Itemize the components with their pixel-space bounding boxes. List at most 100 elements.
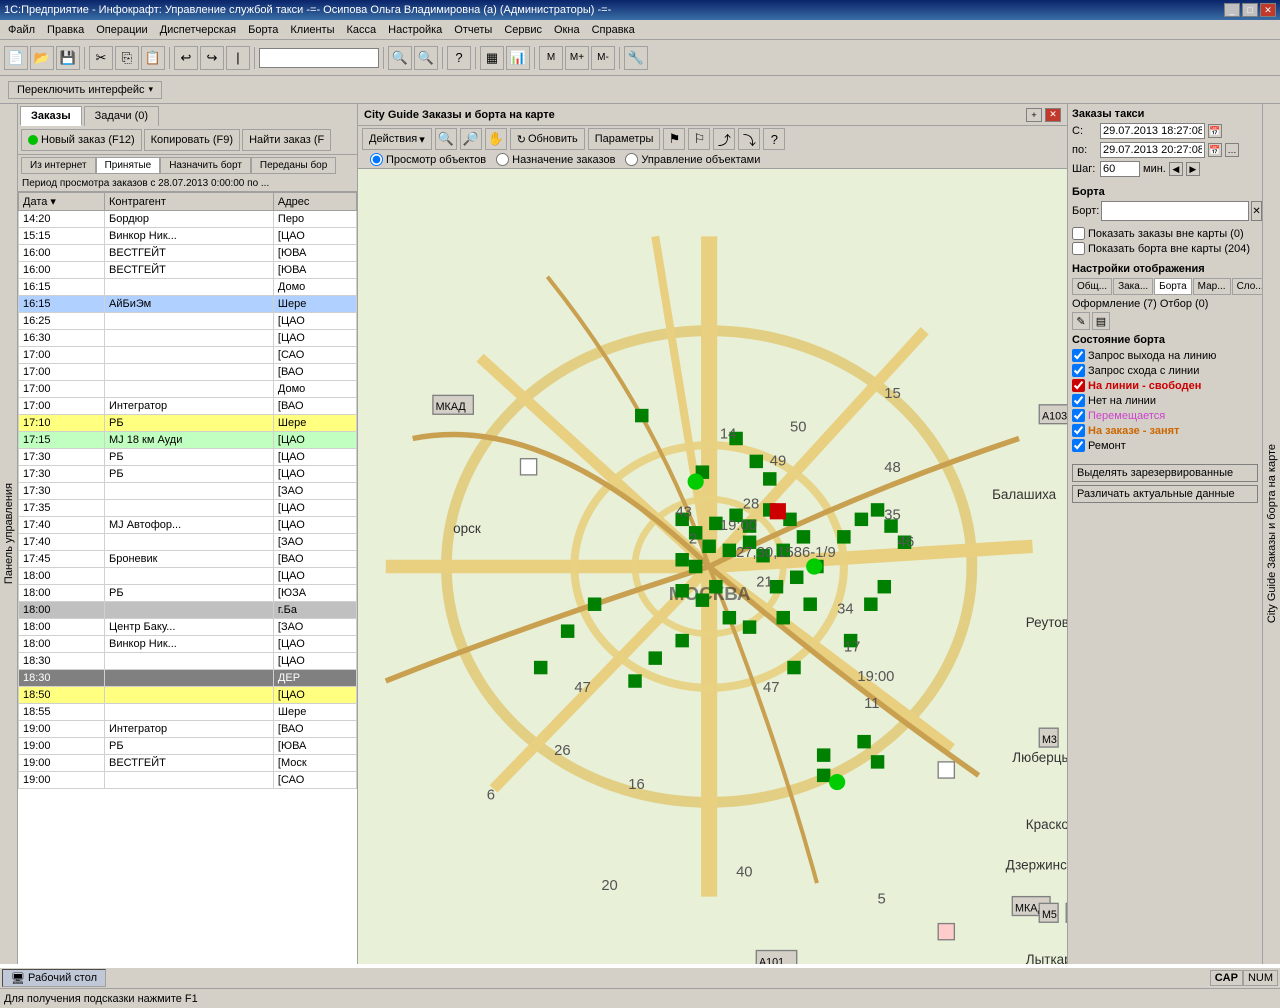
stab-layers[interactable]: Сло... xyxy=(1232,278,1262,295)
actions-button[interactable]: Действия ▾ xyxy=(362,128,432,150)
step-next-btn[interactable]: ▶ xyxy=(1186,162,1200,176)
menu-clients[interactable]: Клиенты xyxy=(284,22,340,38)
table-row[interactable]: 18:00 Центр Баку... [ЗАО xyxy=(19,619,357,636)
menu-settings[interactable]: Настройка xyxy=(382,22,448,38)
menu-dispatch[interactable]: Диспетчерская xyxy=(154,22,242,38)
table-row[interactable]: 18:00 Винкор Ник... [ЦАО xyxy=(19,636,357,653)
table-row[interactable]: 17:10 РБ Шере xyxy=(19,415,357,432)
edit-table-icon[interactable]: ▤ xyxy=(1092,312,1110,330)
toolbar-search2[interactable]: 🔍 xyxy=(414,46,438,70)
from-date-input[interactable] xyxy=(1100,123,1205,139)
toolbar-m[interactable]: M xyxy=(539,46,563,70)
filter-accepted[interactable]: Принятые xyxy=(96,157,161,174)
tab-tasks[interactable]: Задачи (0) xyxy=(84,106,159,126)
table-row[interactable]: 17:30 [ЗАО xyxy=(19,483,357,500)
table-row[interactable]: 16:30 [ЦАО xyxy=(19,330,357,347)
toolbar-mplus[interactable]: M+ xyxy=(565,46,589,70)
from-date-calendar-icon[interactable]: 📅 xyxy=(1208,124,1222,138)
maximize-button[interactable]: □ xyxy=(1242,3,1258,17)
toolbar-wrench[interactable]: 🔧 xyxy=(624,46,648,70)
toolbar-paste[interactable]: 📋 xyxy=(141,46,165,70)
find-order-button[interactable]: Найти заказ (F xyxy=(242,129,331,151)
stab-general[interactable]: Общ... xyxy=(1072,278,1112,295)
toolbar-undo[interactable]: ↩ xyxy=(174,46,198,70)
step-prev-btn[interactable]: ◀ xyxy=(1169,162,1183,176)
toolbar-redo[interactable]: ↪ xyxy=(200,46,224,70)
state-repair-checkbox[interactable] xyxy=(1072,439,1085,452)
table-row[interactable]: 18:00 РБ [ЮЗА xyxy=(19,585,357,602)
table-row[interactable]: 16:15 Домо xyxy=(19,279,357,296)
taskbar-desktop[interactable]: 🖥 Рабочий стол xyxy=(2,969,106,987)
table-row[interactable]: 17:00 Интегратор [ВАО xyxy=(19,398,357,415)
table-row[interactable]: 14:20 Бордюр Перо xyxy=(19,211,357,228)
map-zoom-in-icon[interactable]: 🔍 xyxy=(435,128,457,150)
params-button[interactable]: Параметры xyxy=(588,128,661,150)
toolbar-mminus[interactable]: M- xyxy=(591,46,615,70)
switch-interface-button[interactable]: Переключить интерфейс ▾ xyxy=(8,81,162,99)
toolbar-search[interactable]: 🔍 xyxy=(388,46,412,70)
menu-kassa[interactable]: Касса xyxy=(340,22,382,38)
state-request-on-checkbox[interactable] xyxy=(1072,349,1085,362)
minimize-button[interactable]: _ xyxy=(1224,3,1240,17)
map-flag2-icon[interactable]: ⚐ xyxy=(688,128,710,150)
table-row[interactable]: 17:30 РБ [ЦАО xyxy=(19,466,357,483)
bort-clear-button[interactable]: ✕ xyxy=(1251,201,1261,221)
table-row[interactable]: 17:40 [ЗАО xyxy=(19,534,357,551)
toolbar-save[interactable]: 💾 xyxy=(56,46,80,70)
show-outside-orders-checkbox[interactable] xyxy=(1072,227,1085,240)
toolbar-chart[interactable]: 📊 xyxy=(506,46,530,70)
map-close-button[interactable]: ✕ xyxy=(1045,108,1061,122)
menu-file[interactable]: Файл xyxy=(2,22,41,38)
table-row[interactable]: 18:55 Шере xyxy=(19,704,357,721)
table-row[interactable]: 15:15 Винкор Ник... [ЦАО xyxy=(19,228,357,245)
bort-input[interactable] xyxy=(1101,201,1249,221)
menu-borts[interactable]: Борта xyxy=(242,22,284,38)
state-online-free-checkbox[interactable] xyxy=(1072,379,1085,392)
map-help-icon[interactable]: ? xyxy=(763,128,785,150)
toolbar-search-input[interactable] xyxy=(259,48,379,68)
close-button[interactable]: ✕ xyxy=(1260,3,1276,17)
tab-orders[interactable]: Заказы xyxy=(20,106,82,126)
toolbar-copy[interactable]: ⎘ xyxy=(115,46,139,70)
stab-orders[interactable]: Зака... xyxy=(1113,278,1153,295)
menu-edit[interactable]: Правка xyxy=(41,22,90,38)
table-row[interactable]: 18:00 [ЦАО xyxy=(19,568,357,585)
orders-table-container[interactable]: Дата ▾ Контрагент Адрес 14:20 Бордюр Пер… xyxy=(18,192,357,964)
table-row[interactable]: 16:00 ВЕСТГЕЙТ [ЮВА xyxy=(19,245,357,262)
table-row[interactable]: 19:00 ВЕСТГЕЙТ [Моск xyxy=(19,755,357,772)
toolbar-cursor[interactable]: | xyxy=(226,46,250,70)
map-hand-icon[interactable]: ✋ xyxy=(485,128,507,150)
table-row[interactable]: 17:35 [ЦАО xyxy=(19,500,357,517)
toolbar-grid[interactable]: ▦ xyxy=(480,46,504,70)
table-row[interactable]: 17:15 MJ 18 км Ауди [ЦАО xyxy=(19,432,357,449)
table-row[interactable]: 16:15 АйБиЭм Шере xyxy=(19,296,357,313)
table-row[interactable]: 19:00 Интегратор [ВАО xyxy=(19,721,357,738)
table-row[interactable]: 17:40 MJ Автофор... [ЦАО xyxy=(19,517,357,534)
col-date[interactable]: Дата ▾ xyxy=(19,193,105,211)
step-input[interactable] xyxy=(1100,161,1140,177)
to-date-calendar-icon[interactable]: 📅 xyxy=(1208,143,1222,157)
menu-windows[interactable]: Окна xyxy=(548,22,586,38)
filter-transferred[interactable]: Переданы бор xyxy=(251,157,336,174)
toolbar-cut[interactable]: ✂ xyxy=(89,46,113,70)
state-offline-checkbox[interactable] xyxy=(1072,394,1085,407)
highlight-reserved-button[interactable]: Выделять зарезервированные xyxy=(1072,464,1258,482)
state-request-off-checkbox[interactable] xyxy=(1072,364,1085,377)
radio-assign-orders[interactable]: Назначение заказов xyxy=(496,153,615,166)
map-flag-icon[interactable]: ⚑ xyxy=(663,128,685,150)
distinguish-actual-button[interactable]: Различать актуальные данные xyxy=(1072,485,1258,503)
map-route-icon[interactable]: ⤴ xyxy=(713,128,735,150)
stab-borts[interactable]: Борта xyxy=(1154,278,1192,295)
table-row[interactable]: 18:30 ДЕР xyxy=(19,670,357,687)
menu-reports[interactable]: Отчеты xyxy=(448,22,498,38)
table-row[interactable]: 16:00 ВЕСТГЕЙТ [ЮВА xyxy=(19,262,357,279)
table-row[interactable]: 17:00 [ВАО xyxy=(19,364,357,381)
filter-assign-bort[interactable]: Назначить борт xyxy=(160,157,251,174)
table-row[interactable]: 18:50 [ЦАО xyxy=(19,687,357,704)
map-pin-button[interactable]: + xyxy=(1026,108,1042,122)
menu-help[interactable]: Справка xyxy=(586,22,641,38)
table-row[interactable]: 17:00 [САО xyxy=(19,347,357,364)
table-row[interactable]: 19:00 [САО xyxy=(19,772,357,789)
new-order-button[interactable]: Новый заказ (F12) xyxy=(21,129,142,151)
to-date-input[interactable] xyxy=(1100,142,1205,158)
